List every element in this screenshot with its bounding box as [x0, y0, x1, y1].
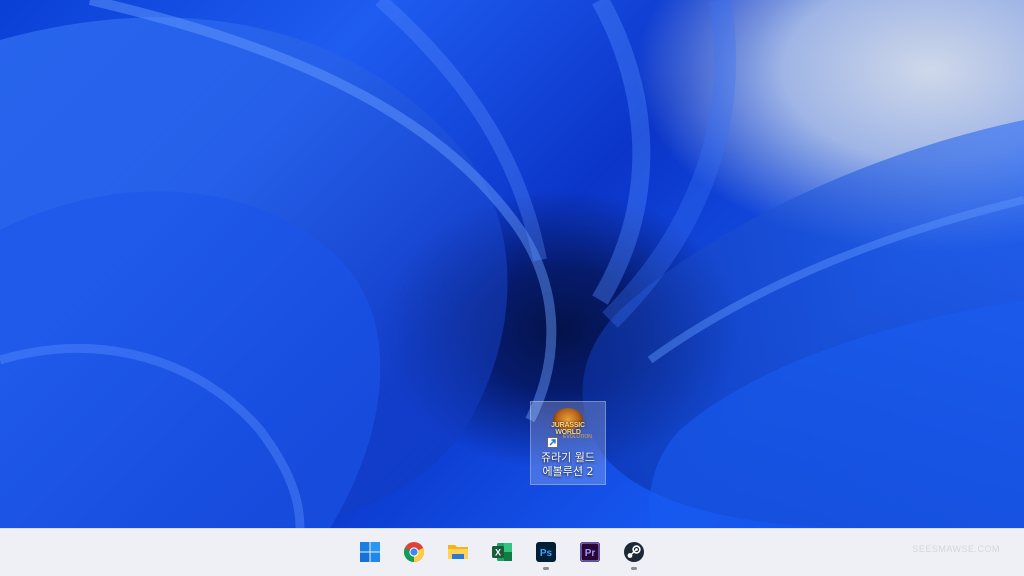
watermark-text: SEESMAWSE.COM [912, 544, 1000, 554]
premiere-icon: Pr [580, 542, 600, 562]
desktop-shortcut-jurassic-world-evolution-2[interactable]: JURASSIC WORLD EVOLUTION 쥬라기 월드 에볼루션 2 [530, 401, 606, 485]
steam-icon [624, 542, 644, 562]
folder-icon [448, 545, 468, 559]
taskbar-steam-button[interactable] [616, 535, 652, 571]
excel-icon: X [492, 543, 512, 561]
desktop-wallpaper: JURASSIC WORLD EVOLUTION 쥬라기 월드 에볼루션 2 [0, 0, 1024, 528]
taskbar-excel-button[interactable]: X [484, 535, 520, 571]
taskbar: X Ps Pr SEESMAWSE.COM [0, 528, 1024, 576]
shortcut-arrow-icon [547, 437, 558, 448]
wallpaper-swirl-art [0, 0, 1024, 528]
taskbar-premiere-button[interactable]: Pr [572, 535, 608, 571]
svg-text:Ps: Ps [540, 548, 553, 559]
svg-text:X: X [495, 548, 501, 558]
windows-start-icon [360, 542, 380, 562]
running-indicator [631, 567, 637, 570]
svg-text:Pr: Pr [585, 548, 596, 559]
logo-subtitle: EVOLUTION [563, 434, 592, 440]
taskbar-start-button[interactable] [352, 535, 388, 571]
taskbar-photoshop-button[interactable]: Ps [528, 535, 564, 571]
shortcut-label-line1: 쥬라기 월드 [540, 451, 596, 464]
taskbar-chrome-button[interactable] [396, 535, 432, 571]
chrome-icon [403, 542, 425, 563]
running-indicator [543, 567, 549, 570]
photoshop-icon: Ps [536, 542, 556, 562]
taskbar-file-explorer-button[interactable] [440, 535, 476, 571]
shortcut-label-line2: 에볼루션 2 [542, 465, 594, 478]
game-logo-icon: JURASSIC WORLD EVOLUTION [545, 406, 592, 448]
